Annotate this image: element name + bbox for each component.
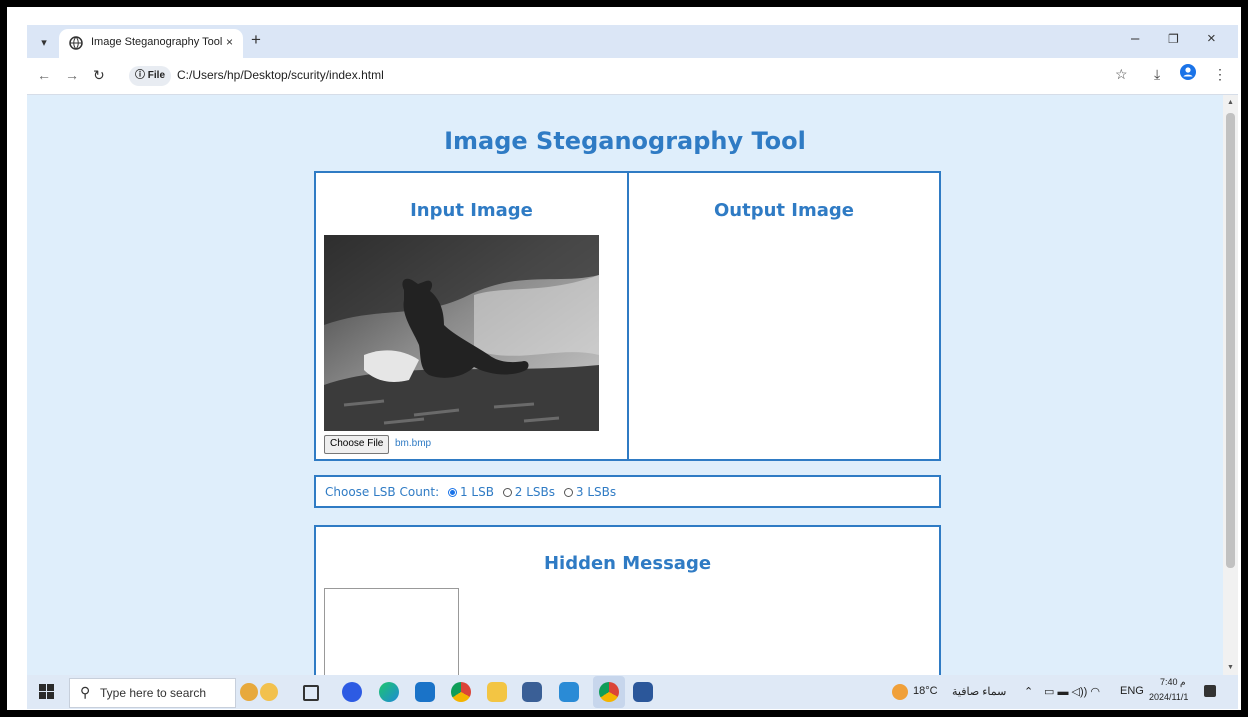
search-highlight-flower-icon[interactable] (260, 683, 278, 701)
restore-button[interactable]: ❐ (1168, 32, 1179, 46)
clock-time[interactable]: 7:40 م (1160, 677, 1186, 688)
search-highlight-icon[interactable] (240, 683, 258, 701)
download-icon[interactable]: ⤓ (1154, 66, 1160, 83)
tab-title: Image Steganography Tool (91, 36, 223, 48)
system-tray-icons[interactable]: ▭ ▬ ◁)) ◠ (1044, 685, 1100, 698)
vscode-icon[interactable] (559, 682, 579, 702)
tab-image-steganography[interactable]: Image Steganography Tool × (59, 29, 243, 58)
lsb-count-panel: Choose LSB Count: 1 LSB 2 LSBs 3 LSBs (314, 475, 941, 508)
chrome-icon[interactable] (451, 682, 471, 702)
hidden-message-panel: Hidden Message (314, 525, 941, 675)
radio-3-lsbs[interactable] (563, 488, 573, 497)
file-chip-label: File (147, 70, 166, 81)
site-info-chip[interactable]: ⓘ File (129, 66, 172, 86)
browser-toolbar: ← → ↻ ⓘ File C:/Users/hp/Desktop/scurity… (27, 58, 1238, 95)
new-tab-button[interactable]: + (251, 30, 261, 50)
input-image-preview (324, 235, 599, 431)
clock-date[interactable]: 2024/11/1 (1149, 692, 1188, 702)
radio-1-lsb[interactable] (447, 488, 457, 497)
selected-file-name: bm.bmp (395, 438, 432, 449)
page-viewport: Image Steganography Tool Input Image Cho… (27, 95, 1223, 675)
output-image-panel: Output Image (627, 171, 941, 461)
choose-file-button[interactable]: Choose File (324, 435, 390, 454)
taskbar-search-box[interactable]: ⚲ Type here to search (69, 678, 236, 708)
windows-taskbar: ⚲ Type here to search 18°C سماء صافية ⌃ … (27, 675, 1238, 709)
scroll-up-icon[interactable]: ▲ (1227, 99, 1234, 106)
page-scrollbar[interactable]: ▲ ▼ (1223, 95, 1238, 675)
weather-temperature[interactable]: 18°C (913, 685, 938, 697)
tab-bar: ▾ Image Steganography Tool × + – ❐ × (27, 25, 1238, 58)
profile-icon[interactable] (1180, 64, 1196, 83)
radio-label-1-lsb[interactable]: 1 LSB (460, 485, 494, 499)
forward-arrow-icon[interactable]: → (65, 67, 79, 83)
input-image-panel: Input Image Choose File bm.bmp (314, 171, 629, 461)
menu-kebab-icon[interactable]: ⋮ (1213, 66, 1227, 83)
weather-condition[interactable]: سماء صافية (952, 685, 1006, 698)
word-icon[interactable] (633, 682, 653, 702)
mail-app-icon[interactable] (415, 682, 435, 702)
radio-2-lsbs[interactable] (502, 488, 512, 497)
page-title: Image Steganography Tool (444, 127, 806, 155)
scroll-down-icon[interactable]: ▼ (1227, 664, 1234, 671)
lsb-options-row: Choose LSB Count: 1 LSB 2 LSBs 3 LSBs (325, 485, 616, 499)
input-image-heading: Input Image (410, 200, 533, 221)
tray-overflow-icon[interactable]: ⌃ (1024, 685, 1033, 698)
url-text: C:/Users/hp/Desktop/scurity/index.html (177, 68, 384, 82)
windows-start-icon[interactable] (39, 684, 54, 699)
input-language[interactable]: ENG (1120, 685, 1144, 697)
notification-icon[interactable] (1204, 685, 1216, 697)
globe-icon (69, 36, 83, 50)
back-arrow-icon[interactable]: ← (37, 67, 51, 83)
microsoft-store-icon[interactable] (522, 682, 542, 702)
radio-label-2-lsbs[interactable]: 2 LSBs (515, 485, 555, 499)
chrome-active-icon (599, 682, 619, 702)
output-image-heading: Output Image (714, 200, 854, 221)
radio-label-3-lsbs[interactable]: 3 LSBs (576, 485, 616, 499)
close-window-button[interactable]: × (1207, 30, 1216, 47)
bookmark-star-icon[interactable]: ☆ (1115, 66, 1128, 83)
hidden-message-heading: Hidden Message (543, 553, 712, 574)
hidden-message-textarea[interactable] (324, 588, 459, 675)
tab-search-button[interactable]: ▾ (33, 33, 55, 53)
zoom-app-icon[interactable] (342, 682, 362, 702)
search-placeholder: Type here to search (100, 686, 207, 700)
address-bar[interactable]: ⓘ File C:/Users/hp/Desktop/scurity/index… (123, 63, 1113, 89)
chrome-active-tab[interactable] (593, 676, 625, 708)
minimize-button[interactable]: – (1131, 30, 1139, 47)
edge-browser-icon[interactable] (379, 682, 399, 702)
screenshot-frame: ▾ Image Steganography Tool × + – ❐ × ← →… (7, 7, 1241, 710)
lsb-label: Choose LSB Count: (325, 485, 440, 499)
tab-close-icon[interactable]: × (226, 35, 233, 49)
scrollbar-thumb[interactable] (1226, 113, 1235, 568)
task-view-icon[interactable] (303, 685, 319, 701)
weather-icon[interactable] (892, 684, 908, 700)
file-explorer-icon[interactable] (487, 682, 507, 702)
search-icon: ⚲ (80, 684, 91, 700)
browser-window: ▾ Image Steganography Tool × + – ❐ × ← →… (27, 25, 1238, 709)
reload-icon[interactable]: ↻ (93, 67, 105, 84)
avatar (1180, 64, 1196, 80)
